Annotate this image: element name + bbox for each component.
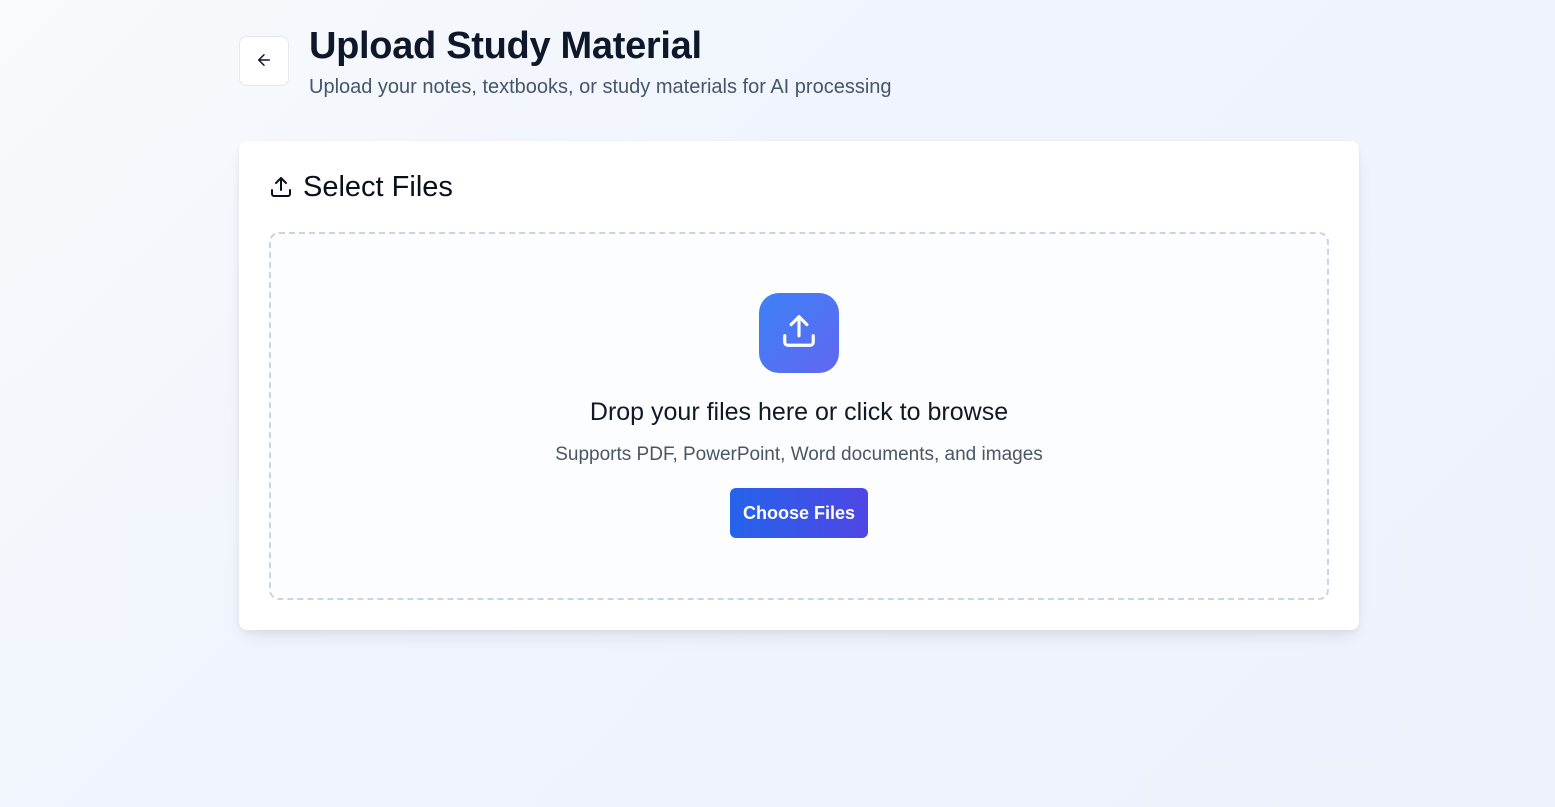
card-header: Select Files — [269, 169, 453, 205]
header-text: Upload Study Material Upload your notes,… — [309, 24, 892, 100]
back-button[interactable] — [239, 36, 289, 86]
page-subtitle: Upload your notes, textbooks, or study m… — [309, 76, 892, 98]
upload-icon — [780, 312, 818, 355]
card-title: Select Files — [303, 171, 453, 203]
page-header: Upload Study Material Upload your notes,… — [239, 24, 1359, 124]
page-title: Upload Study Material — [309, 25, 702, 67]
upload-page: Upload Study Material Upload your notes,… — [239, 24, 1359, 630]
upload-badge — [759, 293, 839, 373]
dropzone-subtitle: Supports PDF, PowerPoint, Word documents… — [555, 444, 1043, 465]
choose-files-button[interactable]: Choose Files — [730, 488, 868, 538]
arrow-left-icon — [255, 51, 273, 72]
file-dropzone[interactable]: Drop your files here or click to browse … — [269, 232, 1329, 600]
dropzone-title: Drop your files here or click to browse — [589, 398, 1009, 426]
select-files-card: Select Files Drop your files here or cli… — [239, 141, 1359, 630]
upload-icon — [269, 175, 293, 199]
